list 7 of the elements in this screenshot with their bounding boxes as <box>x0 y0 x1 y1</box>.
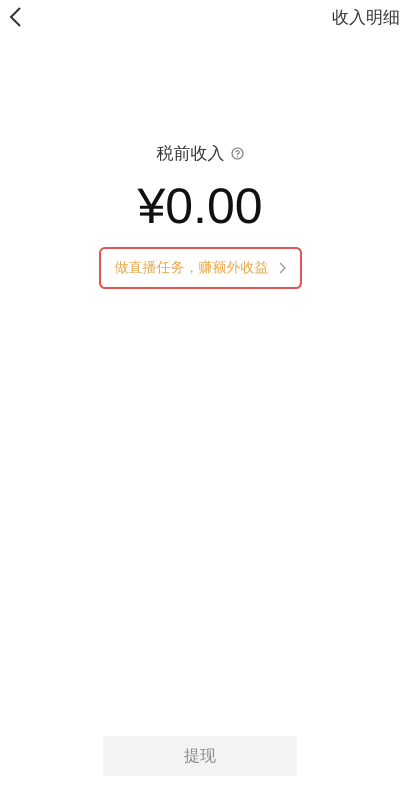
income-amount: ¥0.00 <box>137 177 263 235</box>
promo-link[interactable]: 做直播任务，赚额外收益 <box>98 247 302 289</box>
chevron-right-icon <box>278 262 286 274</box>
income-details-link[interactable]: 收入明细 <box>332 6 400 28</box>
help-icon[interactable] <box>230 147 244 160</box>
back-icon[interactable] <box>8 6 22 28</box>
income-label: 税前收入 <box>156 143 224 165</box>
